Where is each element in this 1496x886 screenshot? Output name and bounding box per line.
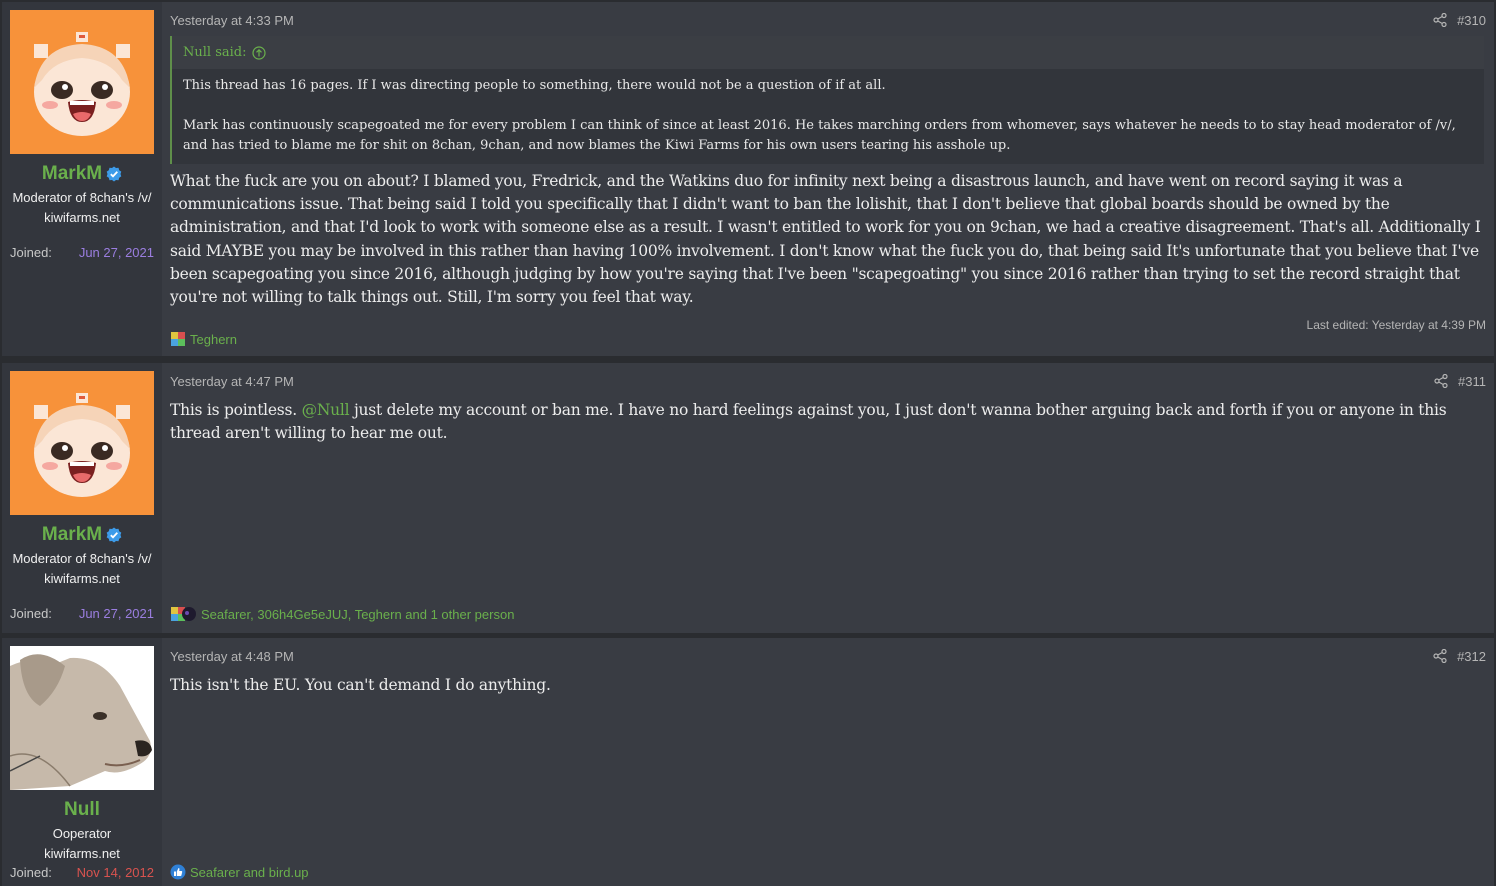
post-body: This is pointless. @Null just delete my … — [170, 399, 1486, 445]
user-site: kiwifarms.net — [44, 571, 120, 586]
joined-label: Joined: — [10, 606, 52, 621]
post-number[interactable]: #310 — [1457, 13, 1486, 28]
reaction-users[interactable]: Seafarer and bird.up — [190, 865, 309, 880]
post-main: Yesterday at 4:33 PM #310 Null said: Thi… — [162, 2, 1494, 356]
quote-block: Null said: This thread has 16 pages. If … — [170, 36, 1484, 164]
post-timestamp[interactable]: Yesterday at 4:33 PM — [170, 13, 294, 28]
user-panel: MarkM Moderator of 8chan's /v/ kiwifarms… — [2, 2, 162, 356]
quote-author[interactable]: Null said: — [183, 45, 246, 60]
quote-paragraph: This thread has 16 pages. If I was direc… — [183, 78, 886, 93]
user-title: Moderator of 8chan's /v/ — [12, 551, 152, 566]
user-panel: MarkM Moderator of 8chan's /v/ kiwifarms… — [2, 363, 162, 633]
post-main: Yesterday at 4:48 PM #312 This isn't the… — [162, 638, 1494, 886]
quote-paragraph: Mark has continuously scapegoated me for… — [183, 118, 1456, 153]
joined-date: Jun 27, 2021 — [78, 606, 154, 621]
thumbs-up-icon — [170, 864, 186, 880]
post-timestamp[interactable]: Yesterday at 4:48 PM — [170, 649, 294, 664]
post-body: What the fuck are you on about? I blamed… — [170, 172, 1481, 307]
dog-avatar-icon[interactable] — [10, 646, 154, 790]
post-timestamp[interactable]: Yesterday at 4:47 PM — [170, 374, 294, 389]
body-text: just delete my account or ban me. I have… — [170, 401, 1447, 443]
user-site: kiwifarms.net — [44, 210, 120, 225]
joined-label: Joined: — [10, 865, 52, 880]
user-title: Moderator of 8chan's /v/ — [12, 190, 152, 205]
user-panel: Null Ooperator kiwifarms.net Joined: Nov… — [2, 638, 162, 886]
arrow-up-circle-icon[interactable] — [252, 45, 267, 60]
joined-row: Joined: Jun 27, 2021 — [10, 245, 154, 260]
reactions-bar[interactable]: Seafarer, 306h4Ge5eJUJ, Teghern and 1 ot… — [170, 606, 514, 622]
post-body: This isn't the EU. You can't demand I do… — [170, 676, 551, 694]
reactions-bar[interactable]: Seafarer and bird.up — [170, 864, 309, 880]
joined-date: Nov 14, 2012 — [76, 865, 154, 880]
body-text: This is pointless. — [170, 401, 302, 419]
post-number[interactable]: #312 — [1457, 649, 1486, 664]
post-310: MarkM Moderator of 8chan's /v/ kiwifarms… — [2, 2, 1494, 356]
joined-label: Joined: — [10, 245, 52, 260]
post-311: MarkM Moderator of 8chan's /v/ kiwifarms… — [2, 363, 1494, 633]
username[interactable]: MarkM — [42, 163, 102, 185]
verified-badge-icon — [106, 527, 122, 543]
user-mention-link[interactable]: @Null — [302, 401, 350, 419]
autism-puzzle-icon — [171, 332, 185, 346]
joined-row: Joined: Nov 14, 2012 — [10, 865, 154, 880]
anime-girl-avatar-icon[interactable] — [10, 10, 154, 154]
post-312: Null Ooperator kiwifarms.net Joined: Nov… — [2, 638, 1494, 886]
share-icon[interactable] — [1434, 374, 1448, 388]
joined-date: Jun 27, 2021 — [78, 245, 154, 260]
joined-row: Joined: Jun 27, 2021 — [10, 606, 154, 621]
user-site: kiwifarms.net — [44, 846, 120, 861]
share-icon[interactable] — [1433, 13, 1447, 27]
lunacy-icon — [182, 607, 196, 621]
post-number[interactable]: #311 — [1458, 374, 1486, 389]
post-main: Yesterday at 4:47 PM #311 This is pointl… — [162, 363, 1494, 633]
verified-badge-icon — [106, 166, 122, 182]
share-icon[interactable] — [1433, 649, 1447, 663]
reactions-bar[interactable]: Teghern — [170, 331, 237, 347]
username[interactable]: MarkM — [42, 524, 102, 546]
reaction-users[interactable]: Seafarer, 306h4Ge5eJUJ, Teghern and 1 ot… — [201, 607, 514, 622]
last-edited: Last edited: Yesterday at 4:39 PM — [1306, 318, 1486, 333]
reaction-users[interactable]: Teghern — [190, 332, 237, 347]
user-title: Ooperator — [52, 826, 112, 841]
anime-girl-avatar-icon[interactable] — [10, 371, 154, 515]
username[interactable]: Null — [64, 799, 100, 821]
